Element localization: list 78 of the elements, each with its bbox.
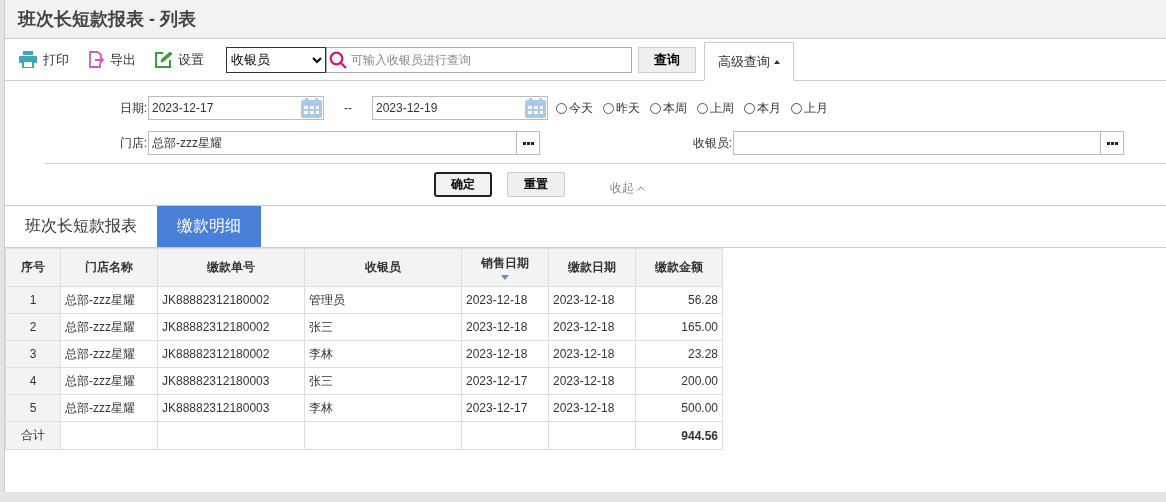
date-range-radio[interactable]: 本周: [650, 99, 687, 117]
chevron-up-icon: [637, 186, 645, 191]
table-cell: 总部-zzz星耀: [60, 340, 158, 368]
table-cell: 23.28: [635, 340, 723, 368]
more-icon[interactable]: [1106, 141, 1118, 145]
row-number: 1: [5, 286, 61, 314]
table-cell: 总部-zzz星耀: [60, 394, 158, 422]
table-cell: 2023-12-18: [461, 313, 549, 341]
table-cell: 2023-12-18: [461, 340, 549, 368]
collapse-link[interactable]: 收起: [610, 180, 645, 197]
date-range-radio[interactable]: 今天: [556, 99, 593, 117]
page-title: 班次长短款报表 - 列表: [5, 0, 1166, 39]
table-cell: 2023-12-18: [548, 367, 636, 395]
printer-icon: [19, 51, 37, 68]
row-number: 2: [5, 313, 61, 341]
table-cell: JK88882312180003: [157, 367, 305, 395]
confirm-button[interactable]: 确定: [434, 172, 492, 197]
table-cell: JK88882312180002: [157, 313, 305, 341]
column-header[interactable]: 缴款单号: [157, 248, 305, 287]
table-cell: 165.00: [635, 313, 723, 341]
export-button[interactable]: 导出: [88, 50, 136, 69]
column-header[interactable]: 序号: [5, 248, 61, 287]
export-icon: [88, 51, 104, 68]
table-cell: 2023-12-18: [461, 286, 549, 314]
table-cell: 2023-12-18: [548, 340, 636, 368]
search-icon: [329, 50, 347, 69]
total-label: 合计: [5, 421, 61, 450]
report-tab[interactable]: 缴款明细: [157, 206, 261, 247]
date-range-radio[interactable]: 昨天: [603, 99, 640, 117]
date-label: 日期:: [118, 99, 148, 117]
table-cell: JK88882312180002: [157, 340, 305, 368]
sort-arrow-icon[interactable]: [501, 275, 509, 280]
date-range-radio[interactable]: 上月: [791, 99, 828, 117]
table-cell: 2023-12-17: [461, 367, 549, 395]
table-cell: 李林: [304, 394, 462, 422]
table-cell: 张三: [304, 313, 462, 341]
column-header[interactable]: 门店名称: [60, 248, 158, 287]
row-number: 4: [5, 367, 61, 395]
row-number: 5: [5, 394, 61, 422]
start-date-field[interactable]: 2023-12-17: [148, 96, 324, 120]
date-separator: --: [343, 101, 353, 115]
search-type-dropdown[interactable]: 收银员: [226, 46, 326, 73]
table-cell: 2023-12-17: [461, 394, 549, 422]
advanced-search-tab[interactable]: 高级查询: [704, 42, 794, 81]
column-header[interactable]: 缴款金额: [635, 248, 723, 287]
table-cell: JK88882312180002: [157, 286, 305, 314]
row-number: 3: [5, 340, 61, 368]
column-header[interactable]: 收银员: [304, 248, 462, 287]
table-cell: 500.00: [635, 394, 723, 422]
table-cell: 总部-zzz星耀: [60, 286, 158, 314]
query-button[interactable]: 查询: [638, 46, 696, 73]
more-icon[interactable]: [522, 141, 534, 145]
column-header[interactable]: 销售日期: [461, 248, 549, 287]
date-range-radio[interactable]: 上周: [697, 99, 734, 117]
table-cell: 总部-zzz星耀: [60, 313, 158, 341]
cashier-field[interactable]: [733, 131, 1124, 155]
reset-button[interactable]: 重置: [507, 172, 565, 197]
table-cell: 200.00: [635, 367, 723, 395]
cashier-label: 收银员:: [691, 134, 733, 152]
table-cell: 56.28: [635, 286, 723, 314]
settings-button[interactable]: 设置: [155, 50, 204, 69]
edit-icon: [155, 51, 172, 68]
table-cell: 管理员: [304, 286, 462, 314]
store-field[interactable]: 总部-zzz星耀: [148, 131, 540, 155]
date-range-radio[interactable]: 本月: [744, 99, 781, 117]
end-date-field[interactable]: 2023-12-19: [372, 96, 548, 120]
table-cell: 2023-12-18: [548, 394, 636, 422]
table-cell: 李林: [304, 340, 462, 368]
table-cell: JK88882312180003: [157, 394, 305, 422]
total-amount: 944.56: [635, 421, 723, 450]
table-cell: 2023-12-18: [548, 313, 636, 341]
print-button[interactable]: 打印: [19, 50, 69, 69]
table-cell: 张三: [304, 367, 462, 395]
search-field[interactable]: 可输入收银员进行查询: [326, 46, 632, 73]
column-header[interactable]: 缴款日期: [548, 248, 636, 287]
store-label: 门店:: [118, 134, 148, 152]
table-cell: 2023-12-18: [548, 286, 636, 314]
table-cell: 总部-zzz星耀: [60, 367, 158, 395]
